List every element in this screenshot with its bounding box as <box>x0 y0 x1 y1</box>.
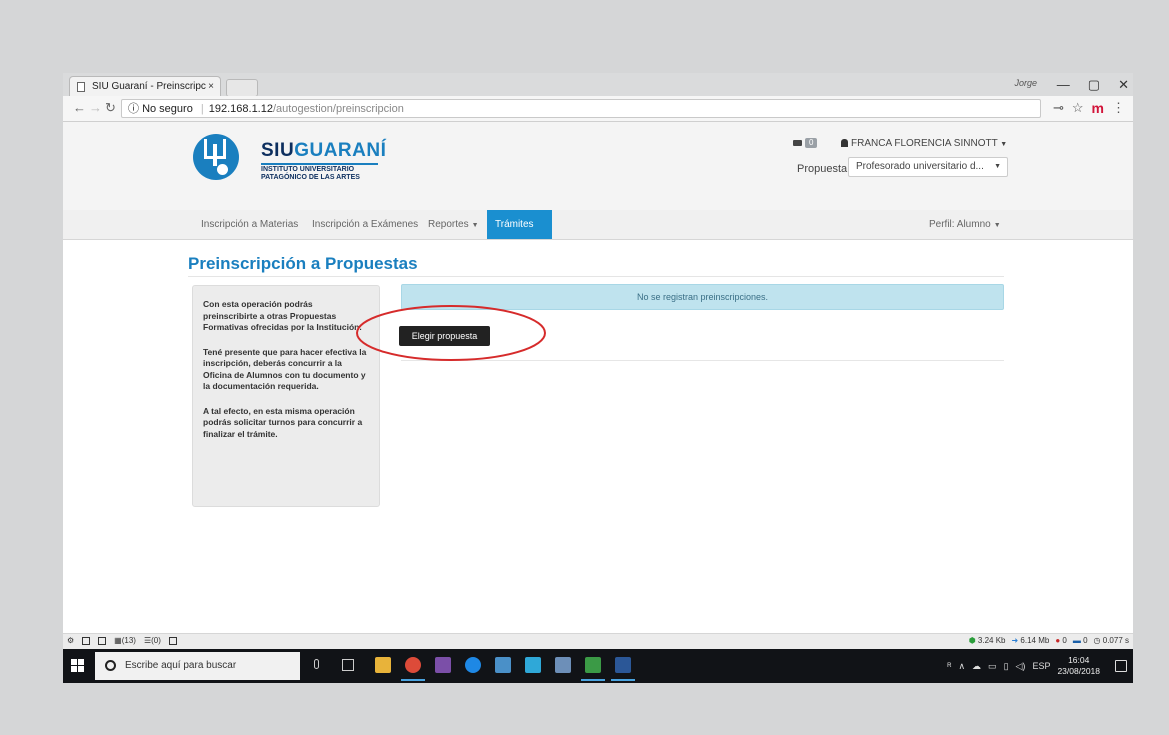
menu-icon[interactable]: ⋮ <box>1112 100 1125 116</box>
title-divider <box>188 276 1004 277</box>
toolbar-icons: ⊸ ☆ m ⋮ <box>1053 100 1125 116</box>
cortana-icon <box>105 660 116 671</box>
editor-icon[interactable] <box>581 657 605 681</box>
star-icon[interactable]: ☆ <box>1072 100 1084 116</box>
maximize-icon[interactable]: ▢ <box>1088 77 1100 93</box>
propuesta-select[interactable]: Profesorado universitario d... ▼ <box>848 157 1008 177</box>
system-tray: ᴿ ∧ ☁ ▭ ▯ ◁) ESP 16:04 23/08/2018 <box>947 649 1133 683</box>
nav-inscripcion-examenes[interactable]: Inscripción a Exámenes <box>304 210 426 239</box>
sidebar-paragraph: A tal efecto, en esta misma operación po… <box>203 405 363 439</box>
caret-down-icon: ▼ <box>1000 141 1008 148</box>
layout-icon[interactable] <box>98 636 107 645</box>
minimize-icon[interactable]: — <box>1057 77 1070 92</box>
visual-studio-icon[interactable] <box>435 657 451 673</box>
profile-menu[interactable]: Perfil: Alumno ▼ <box>921 210 1009 239</box>
user-name: FRANCA FLORENCIA SINNOTT <box>851 138 998 149</box>
language-indicator[interactable]: ESP <box>1032 661 1050 671</box>
timer: ◷ 0.077 s <box>1093 636 1129 645</box>
main-nav: Inscripción a Materias Inscripción a Exá… <box>63 210 1133 240</box>
taskbar-search[interactable]: Escribe aquí para buscar <box>95 652 300 680</box>
windows-start-icon[interactable] <box>71 659 85 673</box>
site-header: SIUGUARANÍ INSTITUTO UNIVERSITARIO PATAG… <box>63 122 1133 210</box>
address-row: ← → ↻ ⓘ No seguro | 192.168.1.12/autogest… <box>63 96 1133 122</box>
logo-subtitle: INSTITUTO UNIVERSITARIO PATAGÓNICO DE LA… <box>261 166 360 181</box>
logo-icon[interactable] <box>193 134 239 180</box>
new-tab-button[interactable] <box>226 79 258 97</box>
messages-button[interactable]: 0 <box>793 138 818 148</box>
list-count[interactable]: ☰(0) <box>144 636 161 645</box>
task-view-icon[interactable] <box>342 659 354 671</box>
nav-tramites[interactable]: Trámites <box>487 210 552 239</box>
nav-inscripcion-materias[interactable]: Inscripción a Materias <box>193 210 306 239</box>
tab-title: SIU Guaraní - Preinscripc <box>92 81 206 92</box>
people-icon[interactable] <box>555 657 571 673</box>
browser-tab[interactable]: SIU Guaraní - Preinscripc × <box>69 76 221 96</box>
panel-icon[interactable] <box>168 636 177 645</box>
clock[interactable]: 16:04 23/08/2018 <box>1057 655 1100 677</box>
page-title: Preinscripción a Propuestas <box>188 254 418 273</box>
sidebar-paragraph: Tené presente que para hacer efectiva la… <box>203 346 367 392</box>
sidebar-paragraph: Con esta operación podrás preinscribirte… <box>203 299 362 332</box>
propuesta-label: Propuesta: <box>797 163 851 175</box>
forward-icon[interactable]: → <box>89 100 102 115</box>
tab-strip: SIU Guaraní - Preinscripc × Jorge — ▢ ✕ <box>63 73 1133 97</box>
store-icon[interactable] <box>525 657 541 673</box>
security-label: No seguro <box>142 103 193 115</box>
error-count: ● 0 <box>1055 636 1067 645</box>
gear-icon[interactable]: ⚙ <box>67 636 74 645</box>
close-window-icon[interactable]: ✕ <box>1118 77 1129 93</box>
grid-count[interactable]: ▦(13) <box>114 636 136 645</box>
user-menu[interactable]: FRANCA FLORENCIA SINNOTT ▼ <box>841 138 1007 149</box>
url-bar[interactable]: ⓘ No seguro | 192.168.1.12/autogestion/pr… <box>121 99 1041 118</box>
envelope-icon <box>793 140 802 146</box>
cloud-icon[interactable]: ☁ <box>972 661 981 672</box>
logo-underline <box>261 163 378 165</box>
net-up: ➜ 6.14 Mb <box>1011 636 1050 645</box>
reload-icon[interactable]: ↻ <box>105 100 116 116</box>
user-icon <box>841 139 848 147</box>
info-icon[interactable]: ⓘ <box>128 103 139 115</box>
logo-title[interactable]: SIUGUARANÍ <box>261 140 386 162</box>
nav-reportes[interactable]: Reportes ▼ <box>420 210 487 239</box>
url-separator: | <box>200 103 204 115</box>
annotation-ellipse <box>356 305 546 361</box>
microphone-icon[interactable] <box>314 659 319 669</box>
people-tray-icon[interactable]: ᴿ <box>947 661 951 671</box>
battery-icon[interactable]: ▭ <box>988 661 997 672</box>
url-path: /autogestion/preinscripcion <box>272 103 404 115</box>
url-host: 192.168.1.12 <box>208 103 273 115</box>
info-sidebar: Con esta operación podrás preinscribirte… <box>192 285 380 507</box>
tab-close-icon[interactable]: × <box>208 77 214 96</box>
edge-icon[interactable] <box>465 657 481 673</box>
key-icon[interactable]: ⊸ <box>1053 100 1064 116</box>
chevron-up-icon[interactable]: ∧ <box>958 661 965 672</box>
page-icon <box>77 82 85 92</box>
notifications-icon[interactable] <box>1115 660 1127 672</box>
chrome-icon[interactable] <box>401 657 425 681</box>
profile-name[interactable]: Jorge <box>1014 78 1037 88</box>
network-icon[interactable]: ▯ <box>1004 661 1009 672</box>
taskbar: Escribe aquí para buscar ᴿ ∧ ☁ ▭ ▯ ◁) ES… <box>63 649 1133 683</box>
media-icon[interactable] <box>495 657 511 673</box>
screen: SIU Guaraní - Preinscripc × Jorge — ▢ ✕ … <box>63 73 1133 683</box>
extension-icon[interactable]: m <box>1092 100 1104 116</box>
file-explorer-icon[interactable] <box>375 657 391 673</box>
warning-count: ▬ 0 <box>1072 636 1088 645</box>
net-down: ⬢ 3.24 Kb <box>968 636 1006 645</box>
caret-down-icon: ▼ <box>993 222 1001 229</box>
caret-down-icon: ▼ <box>471 222 479 229</box>
debug-status-strip: ⚙ ▦(13) ☰(0) ⬢ 3.24 Kb ➜ 6.14 Mb ● 0 ▬ 0… <box>63 633 1133 649</box>
messages-badge: 0 <box>805 138 818 148</box>
window-controls: — ▢ ✕ <box>1057 73 1129 96</box>
volume-icon[interactable]: ◁) <box>1016 661 1026 672</box>
window-icon[interactable] <box>82 636 91 645</box>
word-icon[interactable] <box>611 657 635 681</box>
select-caret-icon: ▼ <box>994 163 1001 170</box>
back-icon[interactable]: ← <box>73 100 86 115</box>
